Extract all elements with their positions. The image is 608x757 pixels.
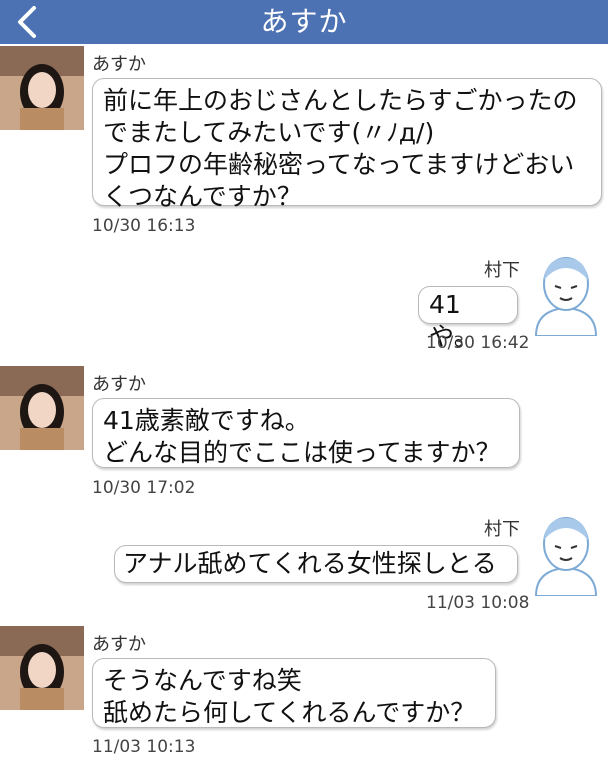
message-time: 10/30 16:13 xyxy=(92,216,196,236)
avatar-murashita[interactable] xyxy=(530,252,602,336)
sender-name: 村下 xyxy=(484,519,520,540)
avatar-asuka[interactable] xyxy=(0,366,84,450)
sender-name: あすか xyxy=(92,634,146,655)
message-bubble[interactable]: 41や。 xyxy=(418,286,518,351)
message-bubble[interactable]: そうなんですね笑 舐めたら何してくれるんですか？ xyxy=(92,658,496,728)
avatar-asuka[interactable] xyxy=(0,626,84,710)
message-bubble[interactable]: アナル舐めてくれる女性探しとる xyxy=(114,545,518,583)
sender-name: あすか xyxy=(92,54,146,75)
message-time: 10/30 16:42 xyxy=(426,333,530,353)
avatar-asuka[interactable] xyxy=(0,46,84,130)
avatar-murashita[interactable] xyxy=(530,512,602,596)
message-time: 11/03 10:08 xyxy=(426,593,530,613)
chat-title: あすか xyxy=(260,5,348,38)
sender-name: あすか xyxy=(92,374,146,395)
message-time: 11/03 10:13 xyxy=(92,737,196,757)
app-header: あすか xyxy=(0,0,608,44)
message-time: 10/30 17:02 xyxy=(92,478,196,498)
message-bubble[interactable]: 41歳素敵ですね。 どんな目的でここは使ってますか？ xyxy=(92,398,520,468)
message-bubble[interactable]: 前に年上のおじさんとしたらすごかったの でまたしてみたいです(〃ﾉд/) プロフ… xyxy=(92,78,602,211)
sender-name: 村下 xyxy=(484,260,520,281)
